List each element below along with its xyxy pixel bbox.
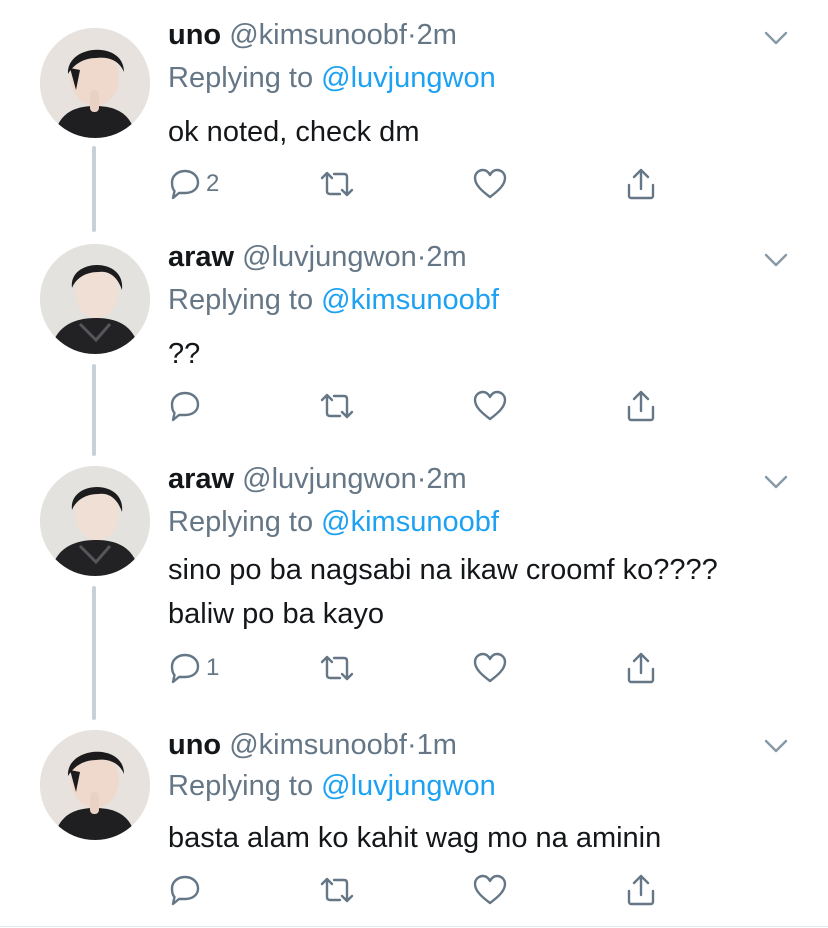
- chevron-down-icon[interactable]: [764, 474, 788, 490]
- timestamp[interactable]: 2m: [426, 241, 466, 273]
- reply-count: 2: [206, 170, 220, 197]
- timestamp[interactable]: 2m: [426, 463, 466, 495]
- tweet-line: baliw po ba kayo: [168, 598, 385, 630]
- chevron-down-icon[interactable]: [764, 738, 788, 754]
- avatar[interactable]: [40, 466, 150, 576]
- share-icon: [627, 874, 655, 906]
- separator: ·: [416, 463, 427, 495]
- tweet-line: ??: [168, 338, 201, 370]
- action-bar: [168, 872, 668, 908]
- tweet-header: araw @luvjungwon·2m: [168, 462, 467, 496]
- user-handle[interactable]: @kimsunoobf: [229, 19, 407, 51]
- tweet-line: ok noted, check dm: [168, 116, 420, 148]
- reply-icon: [170, 875, 200, 906]
- avatar[interactable]: [40, 244, 150, 354]
- tweet[interactable]: uno @kimsunoobf·1m Replying to @luvjungw…: [0, 716, 828, 928]
- retweet-button[interactable]: [318, 166, 356, 202]
- share-icon: [627, 390, 655, 422]
- tweet-header: araw @luvjungwon·2m: [168, 240, 467, 274]
- replying-to-label: Replying to: [168, 506, 314, 538]
- bottom-divider: [0, 926, 828, 927]
- tweet[interactable]: araw @luvjungwon·2m Replying to @kimsuno…: [0, 222, 828, 456]
- reply-icon: [170, 391, 200, 422]
- user-handle[interactable]: @kimsunoobf: [229, 729, 407, 761]
- tweet[interactable]: uno @kimsunoobf·2m Replying to @luvjungw…: [0, 0, 828, 232]
- tweet-line: basta alam ko kahit wag mo na aminin: [168, 822, 662, 854]
- tweet-text: ok noted, check dm: [168, 110, 419, 154]
- user-handle[interactable]: @luvjungwon: [242, 241, 417, 273]
- replying-to: Replying to @luvjungwon: [168, 60, 496, 96]
- retweet-icon: [320, 877, 354, 903]
- separator: ·: [416, 241, 427, 273]
- mention-link[interactable]: @luvjungwon: [321, 62, 496, 94]
- display-name[interactable]: uno: [168, 729, 221, 761]
- retweet-button[interactable]: [318, 388, 356, 424]
- like-button[interactable]: [472, 650, 508, 686]
- retweet-button[interactable]: [318, 650, 356, 686]
- share-button[interactable]: [624, 650, 658, 686]
- like-button[interactable]: [472, 166, 508, 202]
- timestamp[interactable]: 1m: [417, 729, 457, 761]
- reply-button[interactable]: 2: [168, 166, 219, 202]
- action-bar: [168, 388, 668, 424]
- separator: ·: [406, 729, 417, 761]
- share-button[interactable]: [624, 872, 658, 908]
- retweet-icon: [320, 655, 354, 681]
- like-button[interactable]: [472, 388, 508, 424]
- like-icon: [473, 390, 507, 421]
- tweet-text: sino po ba nagsabi na ikaw croomf ko????…: [168, 548, 718, 636]
- replying-to-label: Replying to: [168, 770, 314, 802]
- mention-link[interactable]: @kimsunoobf: [321, 506, 499, 538]
- avatar[interactable]: [40, 28, 150, 138]
- replying-to: Replying to @luvjungwon: [168, 768, 496, 804]
- reply-icon: [170, 169, 200, 200]
- share-icon: [627, 168, 655, 200]
- retweet-icon: [320, 393, 354, 419]
- display-name[interactable]: araw: [168, 241, 234, 273]
- tweet-header: uno @kimsunoobf·1m: [168, 728, 457, 762]
- timestamp[interactable]: 2m: [417, 19, 457, 51]
- thread-line: [92, 146, 96, 232]
- action-bar: 1: [168, 650, 668, 686]
- display-name[interactable]: uno: [168, 19, 221, 51]
- retweet-icon: [320, 171, 354, 197]
- reply-button[interactable]: [168, 388, 206, 424]
- replying-to: Replying to @kimsunoobf: [168, 504, 499, 540]
- reply-count: 1: [206, 654, 220, 681]
- chevron-down-icon[interactable]: [764, 252, 788, 268]
- thread-line: [92, 586, 96, 720]
- reply-button[interactable]: [168, 872, 206, 908]
- share-button[interactable]: [624, 388, 658, 424]
- mention-link[interactable]: @kimsunoobf: [321, 284, 499, 316]
- thread-line: [92, 364, 96, 456]
- display-name[interactable]: araw: [168, 463, 234, 495]
- reply-button[interactable]: 1: [168, 650, 219, 686]
- action-bar: 2: [168, 166, 668, 202]
- share-icon: [627, 652, 655, 684]
- share-button[interactable]: [624, 166, 658, 202]
- separator: ·: [406, 19, 417, 51]
- replying-to-label: Replying to: [168, 62, 314, 94]
- tweet-text: basta alam ko kahit wag mo na aminin: [168, 816, 661, 860]
- user-handle[interactable]: @luvjungwon: [242, 463, 417, 495]
- like-icon: [473, 168, 507, 199]
- tweet-header: uno @kimsunoobf·2m: [168, 18, 457, 52]
- mention-link[interactable]: @luvjungwon: [321, 770, 496, 802]
- reply-icon: [170, 653, 200, 684]
- chevron-down-icon[interactable]: [764, 30, 788, 46]
- like-icon: [473, 874, 507, 905]
- replying-to-label: Replying to: [168, 284, 314, 316]
- like-button[interactable]: [472, 872, 508, 908]
- retweet-button[interactable]: [318, 872, 356, 908]
- tweet[interactable]: araw @luvjungwon·2m Replying to @kimsuno…: [0, 444, 828, 720]
- tweet-text: ??: [168, 332, 200, 376]
- tweet-line: sino po ba nagsabi na ikaw croomf ko????: [168, 554, 718, 586]
- avatar[interactable]: [40, 730, 150, 840]
- replying-to: Replying to @kimsunoobf: [168, 282, 499, 318]
- like-icon: [473, 652, 507, 683]
